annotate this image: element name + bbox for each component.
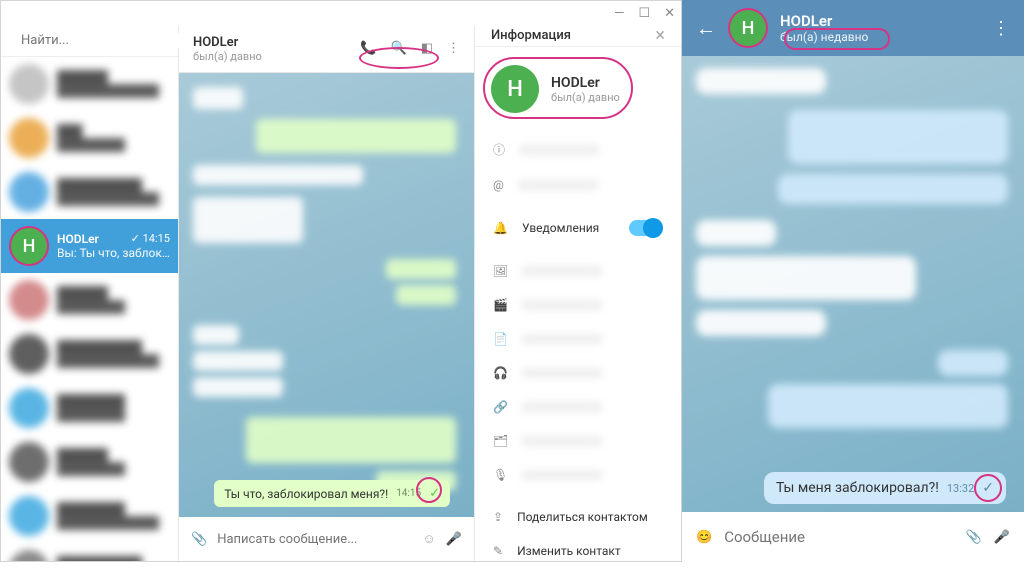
list-item[interactable]: ██████████████ [1,435,178,489]
notifications-toggle[interactable] [629,220,663,236]
chat-list[interactable]: ██████████████████ ███████████ █████████… [1,57,178,561]
message-time: 13:32 [947,482,974,495]
info-row[interactable]: @ [475,168,681,202]
info-row[interactable]: 🖼 [475,254,681,288]
avatar: H [9,226,49,266]
sticker-icon[interactable]: 😊 [696,530,712,545]
desktop-app-window: — ☐ ✕ ██████████████████ ███████████ ███… [0,0,682,562]
list-item[interactable]: ████████████████████ [1,489,178,543]
window-titlebar: — ☐ ✕ [1,1,681,25]
chat-header: HODLer был(а) давно 📞 🔍 ◧ ⋮ [179,25,474,73]
sidebar-top [1,25,178,57]
emoji-icon[interactable]: ☺ [423,531,436,547]
sidebar: ██████████████████ ███████████ █████████… [1,25,179,561]
info-profile[interactable]: H HODLer был(а) давно [475,47,681,131]
outgoing-message[interactable]: Ты меня заблокировал?! 13:32 ✓ [764,472,1006,504]
compose-input[interactable] [217,532,412,547]
chat-status: был(а) давно [193,50,262,63]
main-layout: ██████████████████ ███████████ █████████… [1,25,681,561]
chat-time: ✓ 14:15 [131,232,170,246]
mobile-compose: 😊 📎 🎤 [682,512,1024,562]
mobile-app: ← H HODLer был(а) недавно ⋮ Ты меня забл… [682,0,1024,562]
compose-input[interactable] [724,528,953,546]
outgoing-message[interactable]: Ты что, заблокировал меня?! 14:15 ✓ [214,480,450,507]
close-icon[interactable]: × [655,25,665,46]
chat-column: HODLer был(а) давно 📞 🔍 ◧ ⋮ [179,25,475,561]
list-item[interactable]: ██████████████████ [1,543,178,561]
annotation-circle [974,474,1002,502]
info-row[interactable]: 🗂 [475,424,681,458]
info-row[interactable]: ⓘ [475,131,681,168]
mobile-messages[interactable]: Ты меня заблокировал?! 13:32 ✓ [682,56,1024,512]
list-item[interactable]: ████████████████ [1,381,178,435]
minimize-button[interactable]: — [614,6,624,21]
info-panel: Информация × H HODLer был(а) давно ⓘ @ 🔔… [475,25,681,561]
mic-icon[interactable]: 🎤 [446,532,462,547]
avatar[interactable]: H [728,8,768,48]
share-contact-row[interactable]: ⇪Поделиться контактом [475,500,681,534]
edit-contact-row[interactable]: ✎Изменить контакт [475,534,681,568]
info-header: Информация × [475,25,681,47]
info-row[interactable]: 🎙 [475,458,681,492]
message-text: Ты меня заблокировал?! [776,480,939,496]
bell-icon: 🔔 [493,221,508,235]
chat-title[interactable]: HODLer [193,35,262,50]
attach-icon[interactable]: 📎 [966,530,982,545]
chat-preview: Вы: Ты что, заблокиров...📌 [57,246,170,260]
info-title: Информация [491,28,571,43]
info-row[interactable]: 🎬 [475,288,681,322]
list-item[interactable]: ██████████████ [1,273,178,327]
annotation-circle [416,477,442,503]
sidebar-item-hodler[interactable]: H HODLer ✓ 14:15 Вы: Ты что, заблокиров.… [1,219,178,273]
chat-messages[interactable]: Ты что, заблокировал меня?! 14:15 ✓ [179,73,474,517]
compose-bar: 📎 ☺ 🎤 [179,517,474,561]
more-icon[interactable]: ⋮ [447,41,460,56]
annotation-circle [784,28,890,50]
annotation-circle [359,47,439,69]
mic-icon[interactable]: 🎤 [994,530,1010,545]
info-row[interactable]: 📄 [475,322,681,356]
mobile-header: ← H HODLer был(а) недавно ⋮ [682,0,1024,56]
attach-icon[interactable]: 📎 [191,532,207,547]
list-item[interactable]: ███████████ [1,111,178,165]
list-item[interactable]: ██████████████████ [1,57,178,111]
notifications-label: Уведомления [522,221,599,235]
more-icon[interactable]: ⋮ [992,18,1010,39]
list-item[interactable]: ██████████████████████ [1,165,178,219]
maximize-button[interactable]: ☐ [638,6,650,21]
info-row[interactable]: 🎧 [475,356,681,390]
back-icon[interactable]: ← [696,16,716,41]
close-button[interactable]: ✕ [664,6,675,21]
notifications-row[interactable]: 🔔 Уведомления [475,210,681,246]
annotation-circle [483,57,633,119]
share-icon: ⇪ [493,510,503,524]
info-row[interactable]: 🔗 [475,390,681,424]
list-item[interactable]: ██████████████████████ [1,327,178,381]
search-input[interactable] [21,33,187,48]
chat-name: HODLer [57,232,99,246]
edit-icon: ✎ [493,544,503,558]
message-text: Ты что, заблокировал меня?! [224,487,388,501]
